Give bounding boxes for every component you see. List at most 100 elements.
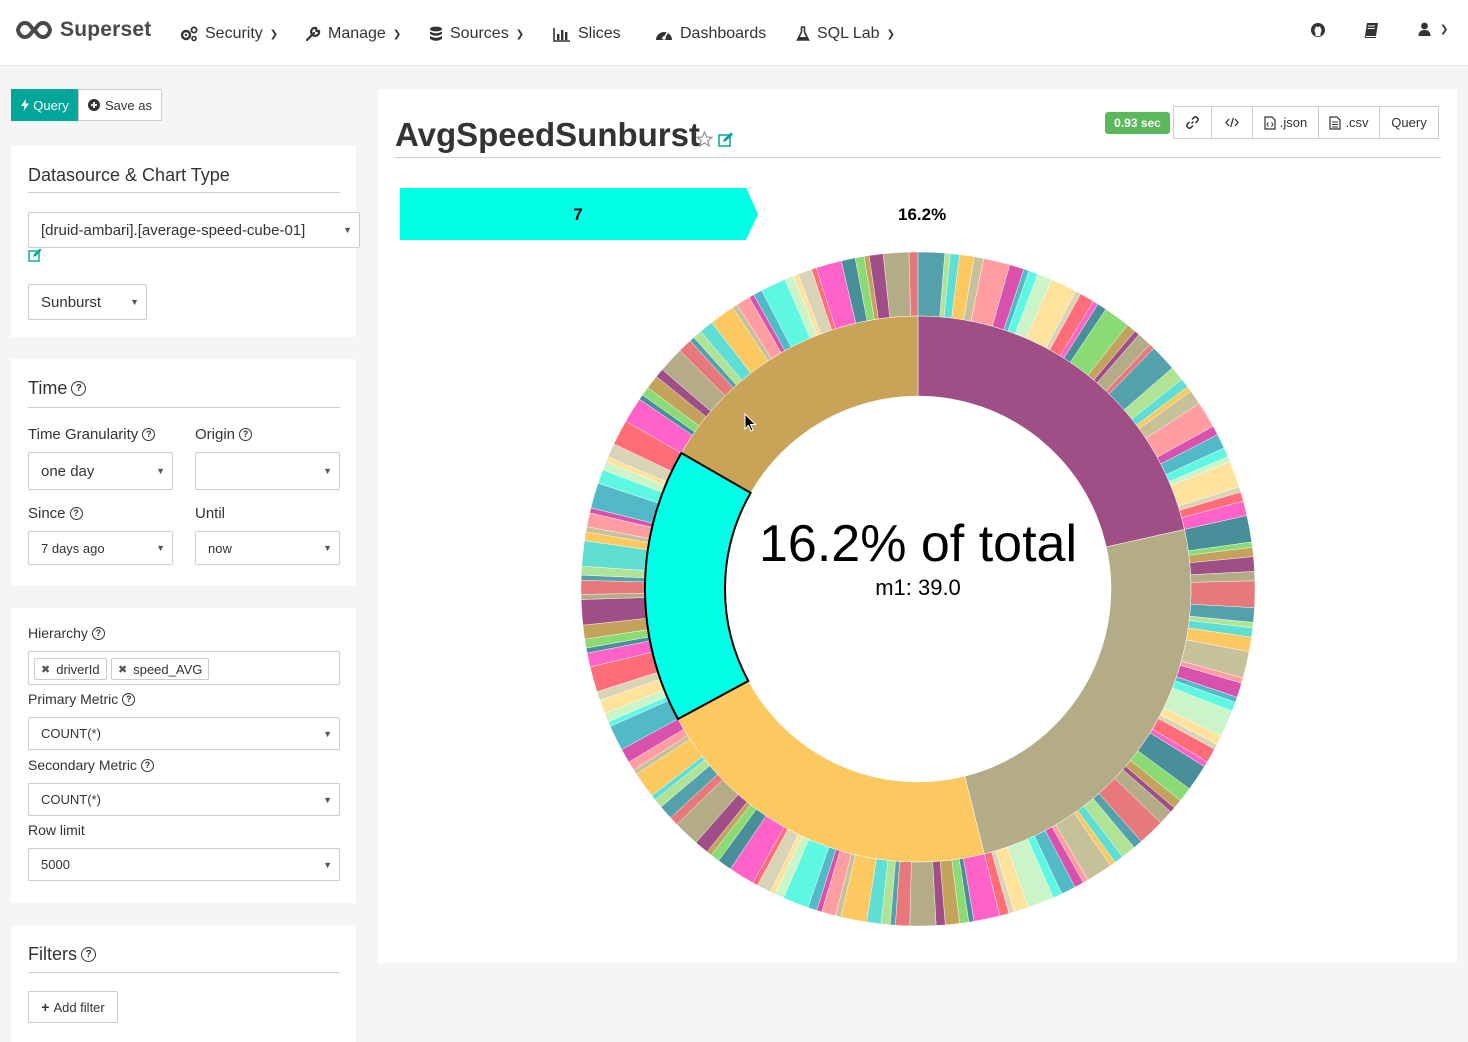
remove-icon[interactable]: ✖ [118, 663, 127, 676]
sunburst-outer-segment[interactable] [908, 251, 919, 317]
datasource-panel: Datasource & Chart Type [druid-ambari].[… [11, 146, 360, 337]
plus-circle-icon [88, 99, 100, 111]
time-granularity-label: Time Granularity ? [28, 426, 156, 443]
save-as-button[interactable]: Save as [78, 89, 162, 121]
hierarchy-tag[interactable]: ✖ speed_AVG [111, 658, 210, 680]
nav-security[interactable]: Security ❯ [180, 22, 278, 46]
top-navbar: Superset Security ❯ Manage ❯ Sources ❯ S… [0, 0, 1468, 66]
sunburst-outer-segment[interactable] [1190, 580, 1256, 608]
filters-title-label: Filters [28, 944, 77, 964]
help-icon[interactable]: ? [81, 947, 96, 962]
mouse-cursor-icon [744, 413, 757, 432]
superset-logo-icon [16, 20, 52, 40]
datasource-panel-title: Datasource & Chart Type [28, 165, 230, 185]
chevron-down-icon: ❯ [269, 28, 279, 40]
hierarchy-label: Hierarchy ? [28, 625, 105, 641]
caret-down-icon: ▼ [323, 543, 332, 553]
nav-dashboards[interactable]: Dashboards [655, 22, 766, 46]
primary-metric-label: Primary Metric ? [28, 691, 136, 707]
hierarchy-panel: Hierarchy ? ✖ driverId ✖ speed_AVG Prima… [11, 608, 356, 903]
brand[interactable]: Superset [16, 18, 151, 42]
time-granularity-text: Time Granularity [28, 426, 139, 443]
help-icon[interactable]: ? [71, 381, 87, 396]
user-menu[interactable]: ❯ [1418, 22, 1448, 37]
panel-divider [28, 972, 340, 973]
nav-manage[interactable]: Manage ❯ [305, 22, 401, 46]
chevron-down-icon: ❯ [515, 28, 525, 40]
chart-type-value: Sunburst [41, 293, 102, 311]
since-select[interactable]: 7 days ago ▼ [28, 531, 173, 565]
help-icon[interactable]: ? [140, 758, 154, 772]
view-query-label: Query [1391, 115, 1427, 130]
since-text: Since [28, 505, 66, 522]
export-csv-button[interactable]: .csv [1318, 106, 1380, 139]
link-icon [1186, 116, 1199, 129]
caret-down-icon: ▼ [156, 466, 165, 476]
query-timer-badge: 0.93 sec [1105, 112, 1170, 134]
caret-down-icon: ▼ [156, 543, 165, 553]
star-icon[interactable] [696, 131, 713, 147]
cogs-icon [180, 26, 198, 42]
hierarchy-text: Hierarchy [28, 625, 88, 641]
until-value: now [208, 540, 232, 556]
nav-manage-label: Manage [328, 25, 386, 42]
row-limit-text: Row limit [28, 822, 85, 838]
row-limit-label: Row limit [28, 822, 85, 838]
dashboard-icon [656, 31, 672, 40]
export-json-button[interactable]: .json [1252, 106, 1319, 139]
chevron-down-icon: ❯ [1440, 24, 1449, 35]
embed-code-button[interactable] [1211, 106, 1253, 139]
export-json-label: .json [1279, 115, 1308, 130]
run-query-button[interactable]: Query [11, 89, 79, 121]
chart-actions: .json .csv Query [1173, 106, 1439, 139]
nav-slices[interactable]: Slices [553, 22, 621, 46]
hierarchy-tag[interactable]: ✖ driverId [34, 658, 107, 680]
center-subtitle: m1: 39.0 [875, 575, 961, 600]
origin-text: Origin [195, 426, 236, 443]
hierarchy-tag-label: driverId [56, 661, 100, 677]
chart-title: AvgSpeedSunburst [395, 116, 700, 154]
book-icon [1364, 23, 1378, 38]
nav-sources[interactable]: Sources ❯ [429, 22, 524, 46]
run-query-label: Query [33, 97, 69, 113]
secondary-metric-value: COUNT(*) [41, 792, 101, 807]
help-icon[interactable]: ? [239, 428, 253, 441]
edit-datasource-icon[interactable] [28, 248, 42, 262]
row-limit-select[interactable]: 5000 ▼ [28, 848, 340, 881]
help-icon[interactable]: ? [142, 428, 156, 441]
sunburst-outer-segment[interactable] [909, 861, 937, 927]
center-title: 16.2% of total [759, 515, 1077, 573]
since-value: 7 days ago [41, 540, 105, 556]
github-link[interactable] [1310, 22, 1326, 38]
time-granularity-value: one day [41, 462, 95, 480]
until-text: Until [195, 505, 226, 522]
remove-icon[interactable]: ✖ [41, 663, 50, 676]
nav-sql-lab-label: SQL Lab [817, 25, 880, 42]
docs-link[interactable] [1364, 22, 1379, 38]
sunburst-outer-segment[interactable] [580, 580, 646, 595]
edit-slice-icon[interactable] [718, 132, 734, 147]
primary-metric-select[interactable]: COUNT(*) ▼ [28, 717, 340, 750]
breadcrumb-percentage: 16.2% [898, 205, 947, 224]
help-icon[interactable]: ? [122, 692, 136, 706]
secondary-metric-label: Secondary Metric ? [28, 757, 154, 773]
primary-metric-value: COUNT(*) [41, 726, 101, 741]
save-as-label: Save as [105, 97, 152, 113]
hierarchy-multiselect[interactable]: ✖ driverId ✖ speed_AVG [28, 651, 340, 685]
secondary-metric-select[interactable]: COUNT(*) ▼ [28, 783, 340, 816]
until-select[interactable]: now ▼ [195, 531, 340, 565]
wrench-icon [305, 26, 321, 42]
add-filter-button[interactable]: + Add filter [28, 991, 118, 1023]
nav-sql-lab[interactable]: SQL Lab ❯ [796, 22, 895, 46]
chevron-down-icon: ❯ [886, 28, 895, 40]
help-icon[interactable]: ? [69, 507, 83, 520]
help-icon[interactable]: ? [91, 626, 105, 640]
sunburst-breadcrumb: 7 [400, 188, 758, 240]
view-query-button[interactable]: Query [1379, 106, 1439, 139]
caret-down-icon: ▼ [323, 466, 332, 476]
time-granularity-select[interactable]: one day ▼ [28, 452, 173, 490]
datasource-select[interactable]: [druid-ambari].[average-speed-cube-01] ▼ [28, 212, 360, 248]
origin-select[interactable]: ▼ [195, 452, 340, 490]
share-link-button[interactable] [1173, 106, 1212, 139]
chart-type-select[interactable]: Sunburst ▼ [28, 284, 147, 320]
